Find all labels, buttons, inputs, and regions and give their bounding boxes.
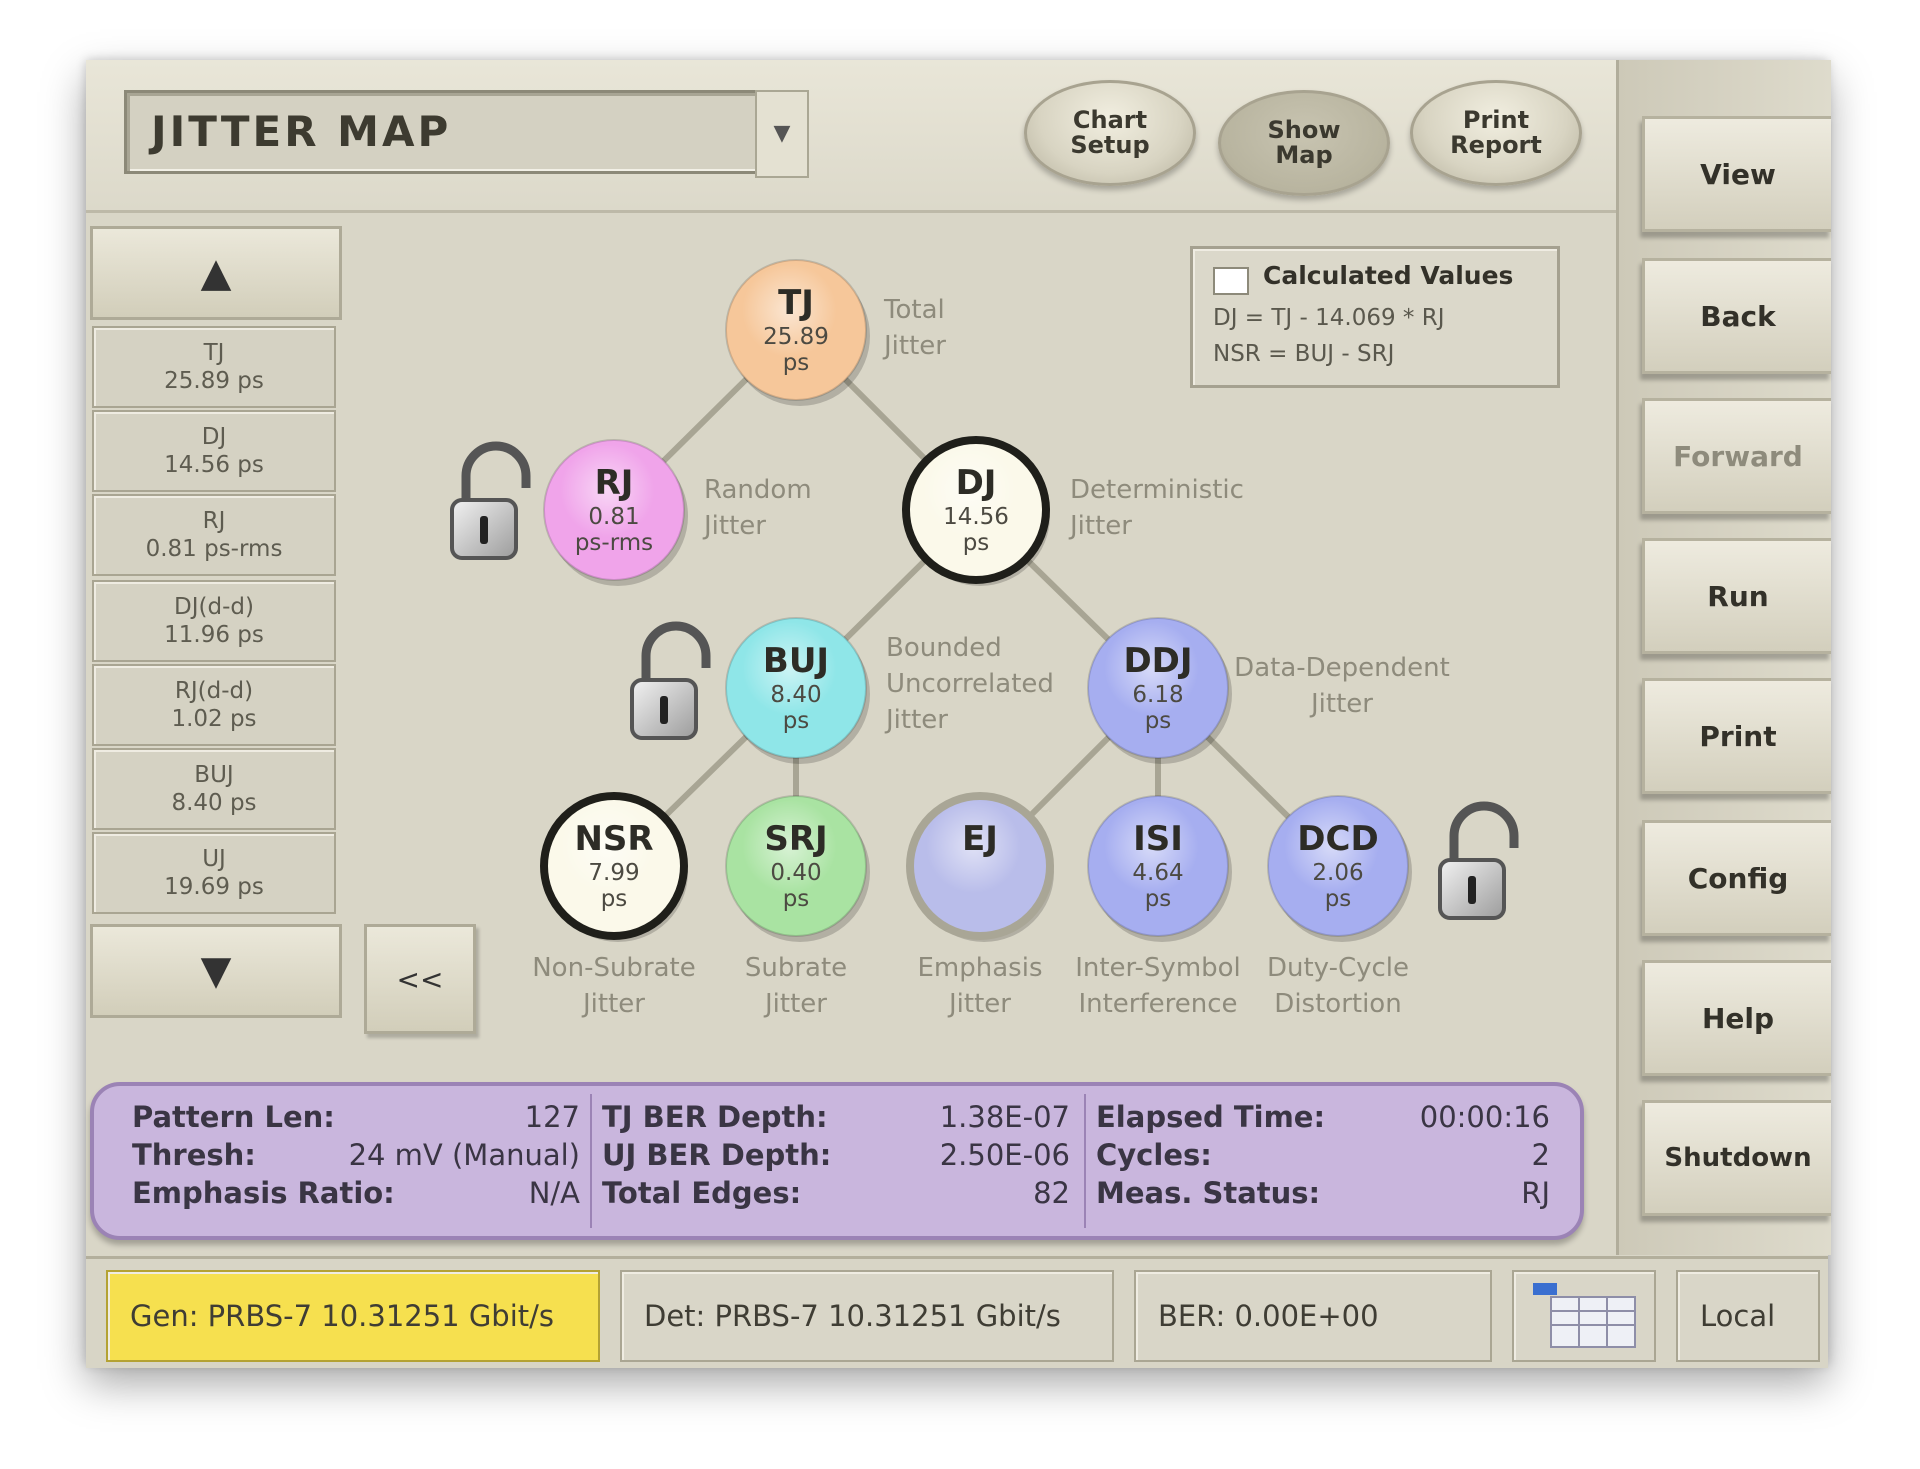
column-divider [590,1094,592,1228]
stat-value: 82 [1033,1176,1070,1210]
node-label: Jitter [581,989,645,1019]
node-rj[interactable]: RJ0.81ps-rms Random Jitter [543,439,812,586]
node-unit: ps [1325,886,1352,912]
node-abbr: RJ [595,463,634,503]
node-label: Random [704,475,812,505]
node-value: 8.40 [770,682,821,708]
padlock-keyhole [660,696,668,724]
stat-label: Pattern Len: [132,1100,335,1134]
node-unit: ps [783,886,810,912]
node-unit: ps [783,708,810,734]
node-value: 25.89 [763,324,829,350]
stat-label: Elapsed Time: [1096,1100,1326,1134]
node-dj[interactable]: DJ14.56ps Deterministic Jitter [902,436,1244,586]
node-label: Uncorrelated [886,669,1054,699]
stat-value: 127 [524,1100,580,1134]
measurement-stats-panel: Pattern Len: 127 Thresh: 24 mV (Manual) … [90,1082,1584,1240]
node-value: 2.06 [1312,860,1363,886]
padlock-keyhole [1468,876,1476,904]
node-label: Inter-Symbol [1075,953,1241,983]
node-value: 0.81 [588,504,639,530]
node-abbr: BUJ [763,641,829,681]
stat-value: 2 [1531,1138,1550,1172]
stat-label: TJ BER Depth: [602,1100,828,1134]
node-abbr: DCD [1297,819,1378,859]
node-label: Duty-Cycle [1267,953,1409,983]
node-nsr[interactable]: NSR7.99ps Non-Subrate Jitter [532,792,696,1019]
tree-edges [611,327,1341,869]
stat-value: N/A [528,1176,580,1210]
node-label: Total [883,295,945,325]
padlock-shackle [1449,801,1519,864]
node-value: 6.18 [1132,682,1183,708]
stat-label: Meas. Status: [1096,1176,1321,1210]
padlock-open-icon[interactable] [630,621,711,740]
node-unit: ps [601,886,628,912]
node-label: Jitter [884,705,948,735]
node-isi[interactable]: ISI4.64ps Inter-Symbol Interference [1075,795,1241,1019]
table-grid-icon-graphic [1533,1283,1636,1348]
stat-label: Thresh: [132,1138,256,1172]
stat-value: 24 mV (Manual) [348,1138,580,1172]
table-grid-icon[interactable] [1512,1270,1656,1362]
node-label: Jitter [882,331,946,361]
node-srj[interactable]: SRJ0.40ps Subrate Jitter [725,795,870,1019]
node-unit: ps [1145,708,1172,734]
node-abbr: ISI [1133,819,1183,859]
node-unit: ps [783,350,810,376]
node-label: Jitter [763,989,827,1019]
node-unit: ps [963,530,990,556]
node-label: Bounded [886,633,1002,663]
node-unit: ps [1145,886,1172,912]
node-dcd[interactable]: DCD2.06ps Duty-Cycle Distortion [1267,795,1412,1019]
padlock-shackle [641,621,711,684]
node-ddj[interactable]: DDJ6.18ps Data-Dependent Jitter [1087,617,1450,764]
stat-value: RJ [1521,1176,1550,1210]
stat-label: UJ BER Depth: [602,1138,832,1172]
node-label: Distortion [1274,989,1401,1019]
stat-label: Cycles: [1096,1138,1212,1172]
generator-status[interactable]: Gen: PRBS-7 10.31251 Gbit/s [106,1270,600,1362]
node-value: 7.99 [588,860,639,886]
node-abbr: EJ [962,819,998,859]
ber-status[interactable]: BER: 0.00E+00 [1134,1270,1492,1362]
node-value: 14.56 [943,504,1009,530]
node-buj[interactable]: BUJ8.40ps Bounded Uncorrelated Jitter [725,617,1054,764]
padlock-keyhole [480,516,488,544]
node-ej[interactable]: EJ Emphasis Jitter [906,792,1054,1019]
node-label: Jitter [702,511,766,541]
padlock-shackle [461,441,531,504]
node-label: Jitter [1309,689,1373,719]
node-label: Non-Subrate [532,953,696,983]
node-abbr: DDJ [1123,641,1192,681]
node-abbr: SRJ [764,819,827,859]
node-label: Data-Dependent [1234,653,1450,683]
node-label: Interference [1078,989,1237,1019]
padlock-open-icon[interactable] [1438,801,1519,920]
node-unit: ps-rms [575,530,653,556]
stat-value: 1.38E-07 [939,1100,1070,1134]
padlock-open-icon[interactable] [450,441,531,560]
node-abbr: DJ [956,463,997,503]
stat-label: Total Edges: [602,1176,802,1210]
node-label: Jitter [1068,511,1132,541]
column-divider [1084,1094,1086,1228]
node-label: Subrate [745,953,847,983]
jitter-tree: TJ25.89psTotalJitterRJ0.81ps-rmsRandomJi… [450,259,1519,1019]
detector-status[interactable]: Det: PRBS-7 10.31251 Gbit/s [620,1270,1114,1362]
tree-nodes: TJ25.89psTotalJitterRJ0.81ps-rmsRandomJi… [532,259,1450,1019]
node-label: Jitter [947,989,1011,1019]
node-label: Deterministic [1070,475,1244,505]
stat-value: 2.50E-06 [939,1138,1070,1172]
node-abbr: TJ [778,283,814,323]
node-tj[interactable]: TJ25.89ps Total Jitter [725,259,946,406]
node-value: 0.40 [770,860,821,886]
node-label: Emphasis [918,953,1043,983]
stat-value: 00:00:16 [1419,1100,1550,1134]
node-abbr: NSR [574,819,653,859]
mode-status[interactable]: Local [1676,1270,1820,1362]
node-value: 4.64 [1132,860,1183,886]
